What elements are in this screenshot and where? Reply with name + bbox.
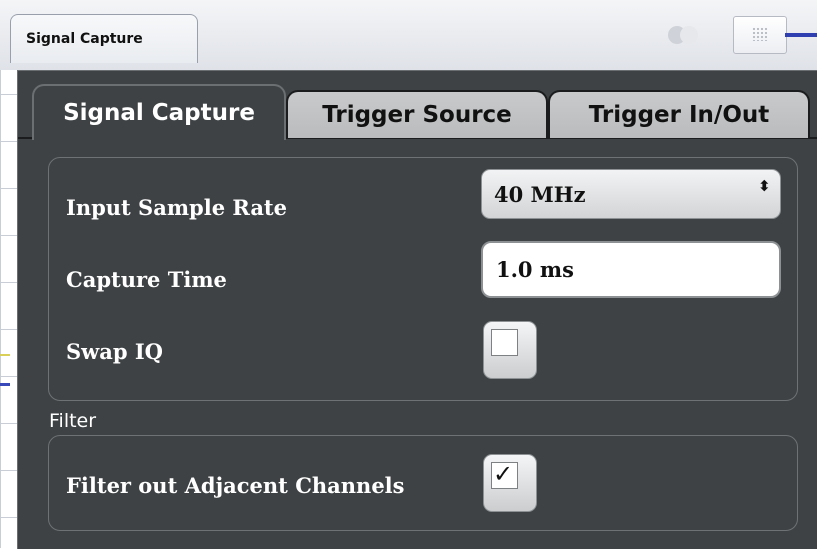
trace-line-blue <box>785 33 817 37</box>
checkbox-box: ✓ <box>491 460 518 489</box>
check-mark-icon: ✓ <box>493 460 514 488</box>
capture-time-input[interactable]: 1.0 ms <box>481 241 781 298</box>
tab-signal-capture[interactable]: Signal Capture <box>32 84 286 140</box>
window-handle-button[interactable] <box>733 16 787 54</box>
checkbox-box <box>491 329 518 356</box>
select-arrows-icon: ⬍ <box>758 177 771 195</box>
window-title: Signal Capture <box>26 31 143 47</box>
indicator-dot-2 <box>680 26 698 44</box>
input-sample-rate-value: 40 MHz <box>494 182 586 207</box>
tab-label: Trigger Source <box>322 102 512 128</box>
indicator-dots-icon <box>668 22 708 48</box>
trace-line-blue-left <box>0 383 10 386</box>
tab-trigger-in-out[interactable]: Trigger In/Out <box>548 90 810 138</box>
trace-line-yellow <box>0 354 10 356</box>
swap-iq-checkbox[interactable] <box>483 321 537 379</box>
signal-capture-dialog: Signal Capture Trigger Source Trigger In… <box>17 70 817 549</box>
capture-time-label: Capture Time <box>66 267 227 292</box>
input-sample-rate-label: Input Sample Rate <box>66 195 287 220</box>
input-sample-rate-select[interactable]: 40 MHz ⬍ <box>481 169 781 219</box>
filter-adjacent-channels-label: Filter out Adjacent Channels <box>66 473 405 498</box>
swap-iq-label: Swap IQ <box>66 339 163 364</box>
tab-label: Trigger In/Out <box>588 102 770 128</box>
filter-section-label: Filter <box>49 410 97 432</box>
tab-label: Signal Capture <box>63 100 255 126</box>
filter-adjacent-channels-checkbox[interactable]: ✓ <box>483 454 537 512</box>
tab-trigger-source[interactable]: Trigger Source <box>286 90 548 138</box>
grip-icon <box>752 27 768 41</box>
